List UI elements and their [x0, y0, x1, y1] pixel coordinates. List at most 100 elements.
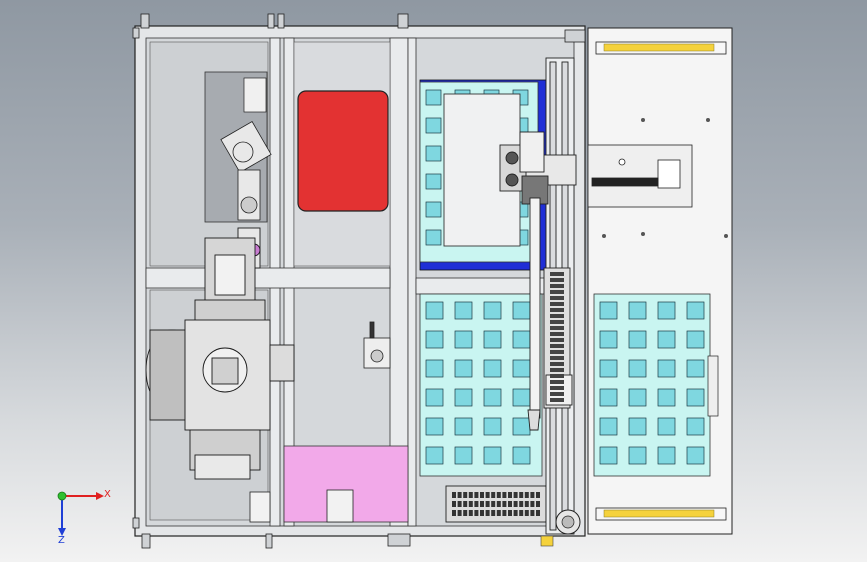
controller-key — [508, 492, 512, 498]
tray-cell — [425, 359, 444, 378]
cad-viewport[interactable]: X Z — [0, 0, 867, 562]
tray-cell — [425, 417, 444, 436]
tray-cell — [599, 446, 618, 465]
chain-link — [550, 320, 564, 324]
controller-key — [519, 510, 524, 516]
chain-link — [550, 380, 564, 384]
tray-cell — [483, 359, 502, 378]
chain-link — [550, 302, 564, 306]
tray-cell — [483, 446, 502, 465]
tray-cell — [425, 330, 444, 349]
controller-key — [480, 492, 484, 498]
tray-cell — [599, 359, 618, 378]
chain-link — [550, 398, 564, 402]
controller-key — [491, 492, 496, 498]
controller-key — [519, 501, 524, 507]
chain-link — [550, 326, 564, 330]
chain-link — [550, 344, 564, 348]
controller-key — [463, 501, 468, 507]
controller-key — [508, 501, 512, 507]
controller-key — [485, 492, 490, 498]
base-knob-inner — [561, 515, 575, 529]
controller-key — [508, 510, 512, 516]
tray-cell — [599, 301, 618, 320]
controller-key — [491, 501, 496, 507]
tool-block — [243, 77, 267, 113]
tray-cell — [425, 301, 444, 320]
tray-cell — [425, 145, 442, 162]
tray-cell — [686, 330, 705, 349]
tray-cell — [657, 446, 676, 465]
controller-key — [502, 501, 507, 507]
tray-cell — [483, 330, 502, 349]
controller-key — [519, 492, 524, 498]
status-lamp — [540, 535, 554, 547]
tray-cell — [686, 417, 705, 436]
controller-key — [524, 501, 529, 507]
tray-cell — [628, 417, 647, 436]
controller-key — [536, 492, 540, 498]
tray-cell — [512, 417, 531, 436]
tray-cell — [599, 330, 618, 349]
tray-cell — [425, 388, 444, 407]
tray-cell — [686, 359, 705, 378]
workcell-drawing: X Z — [57, 13, 733, 549]
controller-key — [524, 492, 529, 498]
tray-cell — [454, 330, 473, 349]
chain-link — [550, 338, 564, 342]
tray-cell — [628, 359, 647, 378]
axis-triad: X Z — [57, 489, 111, 546]
controller-key — [480, 510, 484, 516]
chain-link — [550, 290, 564, 294]
tray-cell — [657, 359, 676, 378]
controller-key — [457, 510, 462, 516]
controller-key — [485, 501, 490, 507]
red-pad-top — [297, 90, 389, 212]
tray-cell — [425, 89, 442, 106]
controller-key — [485, 510, 490, 516]
chain-link — [550, 356, 564, 360]
controller-key — [513, 501, 518, 507]
chain-link — [550, 296, 564, 300]
tray-cell — [628, 388, 647, 407]
controller-key — [468, 492, 473, 498]
controller-key — [536, 501, 540, 507]
tray-cell — [628, 446, 647, 465]
pink-zone-block — [326, 489, 354, 523]
controller-key — [457, 492, 462, 498]
controller-key — [496, 492, 501, 498]
tray-cell — [512, 301, 531, 320]
right-rail-assembly — [587, 144, 693, 208]
controller-key — [502, 492, 507, 498]
light-curtain-bottom — [595, 507, 727, 521]
controller-key — [474, 510, 479, 516]
tray-cell — [454, 446, 473, 465]
tray-cell — [425, 446, 444, 465]
chain-link — [550, 368, 564, 372]
lower-post-block — [249, 491, 271, 523]
tray-cell — [686, 388, 705, 407]
controller-key — [524, 510, 529, 516]
controller-key — [530, 501, 535, 507]
tray-cell — [425, 229, 442, 246]
tray-cell — [657, 301, 676, 320]
tray-cell — [628, 330, 647, 349]
controller-key — [474, 492, 479, 498]
controller-key — [463, 510, 468, 516]
chain-link — [550, 350, 564, 354]
tray-cell — [599, 388, 618, 407]
chain-link — [550, 392, 564, 396]
controller-key — [452, 501, 456, 507]
tray-cell — [454, 359, 473, 378]
controller-key — [468, 510, 473, 516]
controller-key — [530, 510, 535, 516]
tray-cell — [686, 446, 705, 465]
controller-key — [491, 510, 496, 516]
controller-key — [463, 492, 468, 498]
light-curtain-top — [595, 41, 727, 55]
tray-cell — [483, 388, 502, 407]
chain-link — [550, 362, 564, 366]
tray-cell — [512, 388, 531, 407]
chain-link — [550, 374, 564, 378]
tray-cell — [599, 417, 618, 436]
